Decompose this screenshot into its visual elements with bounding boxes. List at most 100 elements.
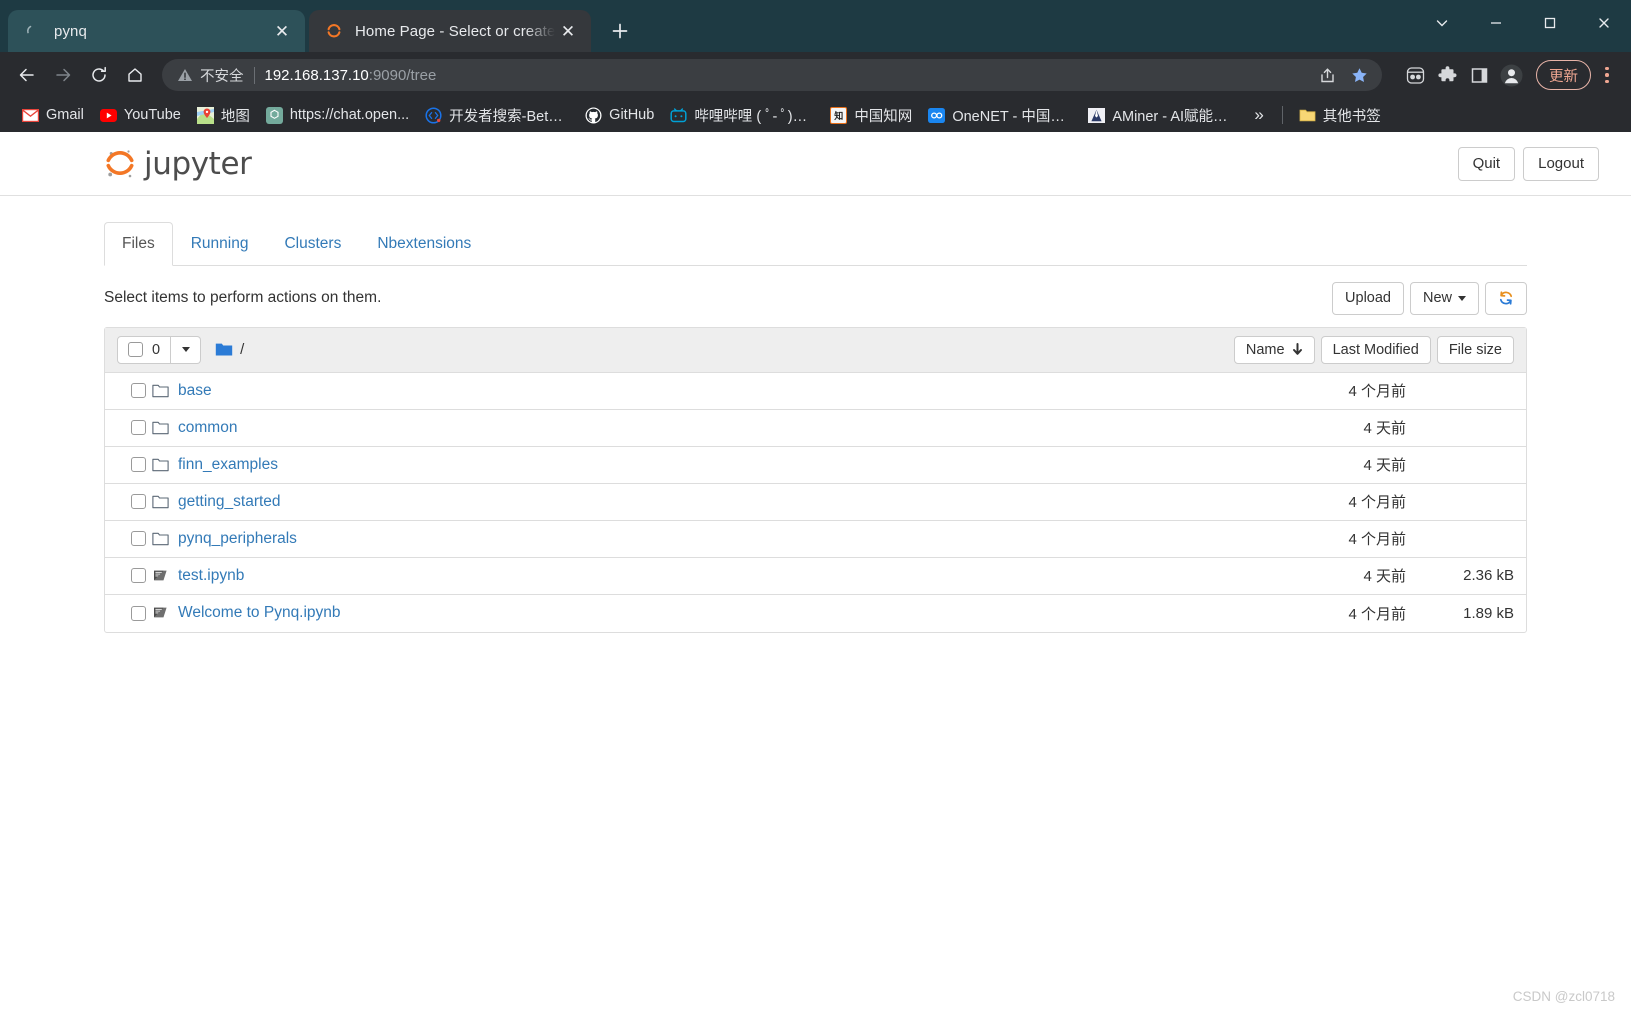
bookmark-chat-openai[interactable]: https://chat.open... (258, 102, 417, 128)
github-icon (585, 107, 602, 124)
reload-icon[interactable] (82, 58, 116, 92)
row-name-cell: Welcome to Pynq.ipynb (178, 604, 1228, 622)
bookmark-bilibili[interactable]: 哔哩哔哩 ( ﾟ- ﾟ)つ... (662, 102, 822, 128)
jupyter-tabs: Files Running Clusters Nbextensions (104, 196, 1527, 266)
address-bar[interactable]: 不安全 192.168.137.10:9090/tree (162, 59, 1382, 91)
item-link[interactable]: getting_started (178, 493, 281, 510)
home-icon[interactable] (118, 58, 152, 92)
item-link[interactable]: pynq_peripherals (178, 530, 297, 547)
row-name-cell: common (178, 419, 1228, 437)
close-icon[interactable]: ✕ (269, 18, 295, 44)
tab-clusters[interactable]: Clusters (266, 222, 359, 266)
sort-by-last-modified-button[interactable]: Last Modified (1320, 335, 1431, 364)
bookmark-onenet[interactable]: OneNET - 中国移... (920, 102, 1080, 128)
chevron-down-icon[interactable] (1415, 0, 1469, 46)
bookmark-cnki[interactable]: 知 中国知网 (822, 102, 920, 128)
other-bookmarks-button[interactable]: 其他书签 (1291, 102, 1389, 128)
file-list-header: 0 / Name Last Modified File size (105, 327, 1526, 373)
jupyter-spinner-icon (24, 22, 42, 40)
row-modified-cell: 4 个月前 (1348, 605, 1406, 623)
refresh-icon (1498, 290, 1514, 306)
bookmarks-overflow-button[interactable]: » (1244, 105, 1273, 125)
table-row[interactable]: pynq_peripherals 4 个月前 (105, 521, 1526, 558)
jupyter-header-actions: Quit Logout (1457, 146, 1599, 181)
row-modified-cell: 4 个月前 (1348, 494, 1406, 512)
bookmark-youtube[interactable]: YouTube (92, 102, 189, 128)
bookmark-github[interactable]: GitHub (577, 102, 662, 128)
row-name-cell: test.ipynb (178, 567, 1228, 585)
table-row[interactable]: getting_started 4 个月前 (105, 484, 1526, 521)
refresh-button[interactable] (1485, 282, 1527, 315)
bookmark-aminer[interactable]: AMiner - AI赋能科... (1080, 102, 1240, 128)
table-row[interactable]: common 4 天前 (105, 410, 1526, 447)
openai-icon (265, 106, 283, 124)
folder-icon (215, 342, 233, 357)
close-icon[interactable]: ✕ (555, 18, 581, 44)
browser-tab-pynq[interactable]: pynq ✕ (8, 10, 305, 52)
toolbar-extension-icon[interactable] (1400, 60, 1430, 90)
quit-button[interactable]: Quit (1457, 146, 1516, 181)
item-link[interactable]: common (178, 419, 237, 436)
jupyter-logo[interactable]: jupyter (104, 145, 252, 183)
folder-icon (152, 384, 178, 398)
sort-by-name-button[interactable]: Name (1233, 335, 1315, 364)
tab-running[interactable]: Running (173, 222, 267, 266)
puzzle-icon[interactable] (1432, 60, 1462, 90)
row-checkbox[interactable] (131, 531, 146, 547)
bookmark-gmail[interactable]: Gmail (14, 102, 92, 128)
bookmark-dev-search[interactable]: 开发者搜索-Beta-... (417, 102, 577, 128)
row-checkbox-cell[interactable] (117, 494, 152, 510)
maximize-button[interactable] (1523, 0, 1577, 46)
row-checkbox-cell[interactable] (117, 605, 152, 621)
row-name-cell: base (178, 382, 1228, 400)
row-checkbox[interactable] (131, 457, 146, 473)
close-window-button[interactable] (1577, 0, 1631, 46)
row-checkbox-cell[interactable] (117, 420, 152, 436)
table-row[interactable]: test.ipynb 4 天前 2.36 kB (105, 558, 1526, 595)
table-row[interactable]: Welcome to Pynq.ipynb 4 个月前 1.89 kB (105, 595, 1526, 632)
share-icon[interactable] (1312, 60, 1342, 90)
row-checkbox[interactable] (131, 605, 146, 621)
jupyter-page: jupyter Quit Logout Files Running Cluste… (0, 132, 1631, 1011)
row-checkbox-cell[interactable] (117, 531, 152, 547)
minimize-button[interactable] (1469, 0, 1523, 46)
tab-nbextensions[interactable]: Nbextensions (359, 222, 489, 266)
bookmarks-bar: Gmail YouTube 地图 https://chat.open... 开发 (0, 98, 1631, 132)
row-checkbox-cell[interactable] (117, 568, 152, 584)
forward-icon[interactable] (46, 58, 80, 92)
browser-tab-jupyter-home[interactable]: Home Page - Select or create a ✕ (309, 10, 591, 52)
breadcrumb[interactable]: / (215, 341, 244, 358)
back-icon[interactable] (10, 58, 44, 92)
row-modified-cell: 4 个月前 (1348, 531, 1406, 549)
item-link[interactable]: test.ipynb (178, 567, 244, 584)
row-checkbox[interactable] (131, 494, 146, 510)
row-name-cell: pynq_peripherals (178, 530, 1228, 548)
sidepanel-icon[interactable] (1464, 60, 1494, 90)
select-all-checkbox[interactable] (128, 342, 143, 358)
jupyter-header: jupyter Quit Logout (0, 132, 1631, 196)
row-checkbox[interactable] (131, 568, 146, 584)
bookmark-maps[interactable]: 地图 (189, 102, 258, 128)
item-link[interactable]: Welcome to Pynq.ipynb (178, 604, 341, 621)
select-dropdown-button[interactable] (171, 335, 202, 364)
star-icon[interactable] (1344, 60, 1374, 90)
tab-files[interactable]: Files (104, 222, 173, 266)
table-row[interactable]: base 4 个月前 (105, 373, 1526, 410)
row-checkbox-cell[interactable] (117, 457, 152, 473)
sort-by-file-size-button[interactable]: File size (1436, 335, 1514, 364)
kebab-menu-icon[interactable] (1593, 60, 1621, 90)
upload-button[interactable]: Upload (1332, 282, 1404, 315)
new-tab-button[interactable] (603, 14, 637, 48)
item-link[interactable]: base (178, 382, 212, 399)
new-button[interactable]: New (1409, 282, 1479, 315)
row-checkbox[interactable] (131, 383, 146, 399)
update-button[interactable]: 更新 (1536, 60, 1591, 90)
row-checkbox[interactable] (131, 420, 146, 436)
logout-button[interactable]: Logout (1523, 146, 1599, 181)
table-row[interactable]: finn_examples 4 天前 (105, 447, 1526, 484)
select-all-box[interactable]: 0 (117, 335, 172, 364)
jupyter-icon (325, 22, 343, 40)
profile-avatar-icon[interactable] (1496, 60, 1526, 90)
row-checkbox-cell[interactable] (117, 383, 152, 399)
item-link[interactable]: finn_examples (178, 456, 278, 473)
